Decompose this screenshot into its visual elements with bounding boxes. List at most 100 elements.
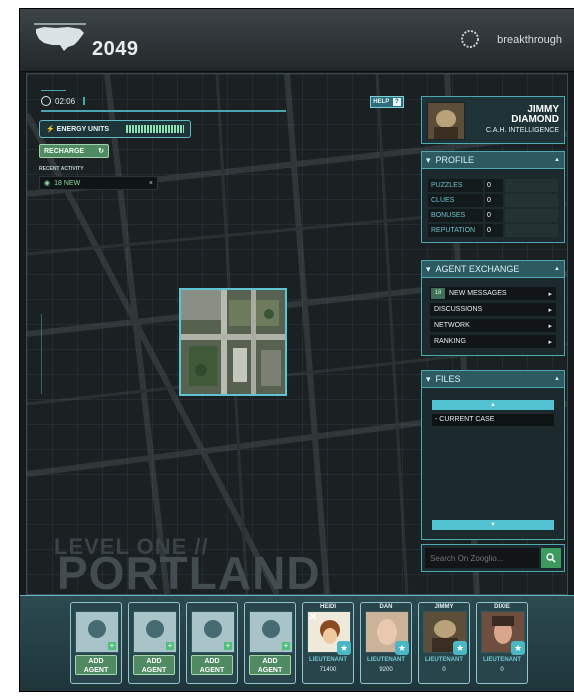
agent-exchange-discussions[interactable]: DISCUSSIONS ▸	[430, 303, 556, 316]
stat-value: 0	[485, 209, 503, 222]
collapse-icon: ▲	[554, 266, 560, 272]
energy-label-text: ENERGY UNITS	[56, 126, 110, 133]
menu-item-label: NETWORK	[434, 322, 470, 329]
stat-value: 0	[485, 194, 503, 207]
energy-units-meter: ⚡ ENERGY UNITS	[39, 120, 191, 138]
plus-icon: +	[166, 641, 174, 650]
agent-card-name: HEIDI	[319, 604, 336, 610]
file-item-current-case[interactable]: - CURRENT CASE	[432, 414, 554, 426]
recent-activity-item[interactable]: ◉ 18 NEW ×	[39, 176, 158, 190]
stat-row-bonuses: BONUSES 0	[428, 209, 558, 222]
avatar-image	[428, 103, 464, 139]
collapse-icon: ▲	[554, 157, 560, 163]
close-icon[interactable]: ×	[149, 180, 153, 187]
chevron-down-icon: ▾	[426, 263, 431, 274]
agent-exchange-header[interactable]: ▾ AGENT EXCHANGE ▲	[422, 261, 564, 278]
close-icon[interactable]: ✕	[309, 612, 317, 623]
plus-icon: +	[282, 641, 290, 650]
help-button[interactable]: HELP ?	[370, 96, 404, 108]
search-input[interactable]	[425, 548, 539, 568]
recharge-label: RECHARGE	[44, 147, 85, 155]
game-title: 2049	[92, 38, 139, 60]
agent-exchange-ranking[interactable]: RANKING ▸	[430, 335, 556, 348]
clock-icon	[41, 96, 51, 106]
add-agent-button[interactable]: ADD AGENT	[133, 655, 175, 675]
files-scroll-down-button[interactable]: ▼	[432, 520, 554, 530]
satellite-map-tile[interactable]	[179, 288, 287, 396]
collapse-icon: ▲	[554, 376, 560, 382]
agent-points: 0	[442, 667, 446, 673]
plus-icon: +	[224, 641, 232, 650]
add-agent-slot[interactable]: + ADD AGENT	[70, 602, 122, 684]
person-silhouette-icon	[88, 620, 106, 638]
stat-label: BONUSES	[428, 209, 483, 222]
chevron-down-icon: ▾	[426, 373, 431, 384]
agent-exchange-network[interactable]: NETWORK ▸	[430, 319, 556, 332]
person-silhouette-icon	[146, 620, 164, 638]
agent-card-jimmy[interactable]: JIMMY ★ LIEUTENANT 0	[418, 602, 470, 684]
star-badge-icon: ★	[511, 641, 525, 655]
agent-exchange-panel: ▾ AGENT EXCHANGE ▲ 18 NEW MESSAGES ▸ DIS…	[421, 260, 565, 356]
add-agent-button[interactable]: ADD AGENT	[249, 655, 291, 675]
agent-label: AGENT	[257, 667, 283, 674]
stat-bar	[505, 194, 558, 207]
eye-icon: ◉	[44, 180, 51, 187]
stat-row-reputation: REPUTATION 0	[428, 224, 558, 237]
agent-card-dan[interactable]: DAN ★ LIEUTENANT 9200	[360, 602, 412, 684]
stat-label: REPUTATION	[428, 224, 483, 237]
agent-last-name: DIAMOND	[511, 114, 559, 125]
empty-agent-avatar: +	[249, 611, 293, 653]
side-ticks	[41, 314, 45, 394]
game-window: 2049 breakthrough LEVEL ONE // PORTLAND …	[19, 8, 574, 692]
chevron-right-icon: ▸	[548, 306, 552, 314]
agent-card-dixie[interactable]: DIXIE ★ LIEUTENANT 0	[476, 602, 528, 684]
agent-label: AGENT	[83, 667, 109, 674]
agent-bar: + ADD AGENT + ADD AGENT + ADD AGENT + ADD AG…	[20, 595, 574, 691]
stat-value: 0	[485, 179, 503, 192]
empty-agent-avatar: +	[75, 611, 119, 653]
city-label: PORTLAND	[57, 547, 321, 595]
search-icon	[546, 553, 556, 563]
profile-card[interactable]: JIMMY DIAMOND C.A.H. INTELLIGENCE	[421, 96, 565, 144]
profile-panel-header[interactable]: ▾ PROFILE ▲	[422, 152, 564, 169]
breakthrough-logo-icon	[461, 30, 479, 48]
add-agent-button[interactable]: ADD AGENT	[191, 655, 233, 675]
help-icon: ?	[392, 98, 401, 106]
add-label: ADD	[88, 658, 104, 665]
recent-activity-label: RECENT ACTIVITY	[39, 166, 84, 172]
add-agent-slot[interactable]: + ADD AGENT	[186, 602, 238, 684]
files-scroll-up-button[interactable]: ▲	[432, 400, 554, 410]
agent-card-heidi[interactable]: HEIDI ✕ ★ LIEUTENANT 71400	[302, 602, 354, 684]
agent-exchange-new-messages[interactable]: 18 NEW MESSAGES ▸	[430, 287, 556, 300]
star-badge-icon: ★	[395, 641, 409, 655]
profile-panel: ▾ PROFILE ▲ PUZZLES 0 CLUES 0 BONUSES 0	[421, 151, 565, 243]
search-button[interactable]	[541, 548, 561, 568]
stat-value: 0	[485, 224, 503, 237]
person-silhouette-icon	[262, 620, 280, 638]
agent-card-name: JIMMY	[434, 604, 454, 610]
add-agent-slot[interactable]: + ADD AGENT	[244, 602, 296, 684]
map-area[interactable]: LEVEL ONE // PORTLAND 02:06 HELP ? ⚡ ENE…	[26, 73, 568, 595]
agent-rank: LIEUTENANT	[367, 657, 405, 663]
brand-name: breakthrough	[497, 34, 562, 46]
menu-item-label: NEW MESSAGES	[449, 290, 507, 297]
stat-label: PUZZLES	[428, 179, 483, 192]
agent-label: AGENT	[199, 667, 225, 674]
recharge-button[interactable]: RECHARGE ↻	[39, 144, 109, 158]
add-agent-button[interactable]: ADD AGENT	[75, 655, 117, 675]
stat-row-puzzles: PUZZLES 0	[428, 179, 558, 192]
chevron-right-icon: ▸	[548, 290, 552, 298]
chevron-down-icon: ▾	[426, 154, 431, 165]
files-list-area	[422, 426, 564, 520]
add-agent-slot[interactable]: + ADD AGENT	[128, 602, 180, 684]
search-box	[421, 544, 565, 572]
files-header[interactable]: ▾ FILES ▲	[422, 371, 564, 388]
agent-points: 0	[500, 667, 504, 673]
chevron-right-icon: ▸	[548, 322, 552, 330]
header-bar: 2049 breakthrough	[20, 9, 574, 72]
profile-panel-title: PROFILE	[435, 155, 475, 165]
recent-activity-text: 18 NEW	[54, 179, 81, 187]
message-count-badge: 18	[431, 288, 445, 299]
plus-icon: +	[108, 641, 116, 650]
help-label: HELP	[373, 99, 390, 105]
